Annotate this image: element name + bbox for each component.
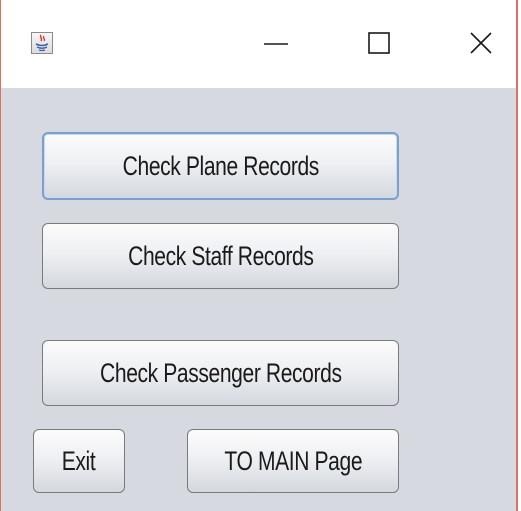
title-bar[interactable] — [1, 0, 516, 88]
check-passenger-records-button[interactable]: Check Passenger Records — [42, 340, 399, 406]
check-passenger-records-label: Check Passenger Records — [99, 357, 342, 388]
check-plane-records-button[interactable]: Check Plane Records — [42, 132, 399, 200]
exit-button[interactable]: Exit — [33, 429, 125, 493]
close-button[interactable] — [451, 18, 511, 68]
minimize-icon — [264, 43, 288, 45]
maximize-button[interactable] — [349, 18, 409, 68]
to-main-page-label: TO MAIN Page — [224, 445, 362, 476]
exit-label: Exit — [62, 445, 96, 476]
content-panel: Check Plane Records Check Staff Records … — [1, 88, 516, 511]
minimize-button[interactable] — [246, 18, 306, 68]
java-coffee-cup-icon[interactable] — [31, 32, 53, 54]
check-staff-records-button[interactable]: Check Staff Records — [42, 223, 399, 289]
close-icon — [470, 32, 492, 54]
check-plane-records-label: Check Plane Records — [122, 150, 319, 181]
maximize-icon — [368, 32, 390, 54]
to-main-page-button[interactable]: TO MAIN Page — [187, 429, 399, 493]
app-window: Check Plane Records Check Staff Records … — [0, 0, 518, 511]
check-staff-records-label: Check Staff Records — [127, 240, 314, 271]
